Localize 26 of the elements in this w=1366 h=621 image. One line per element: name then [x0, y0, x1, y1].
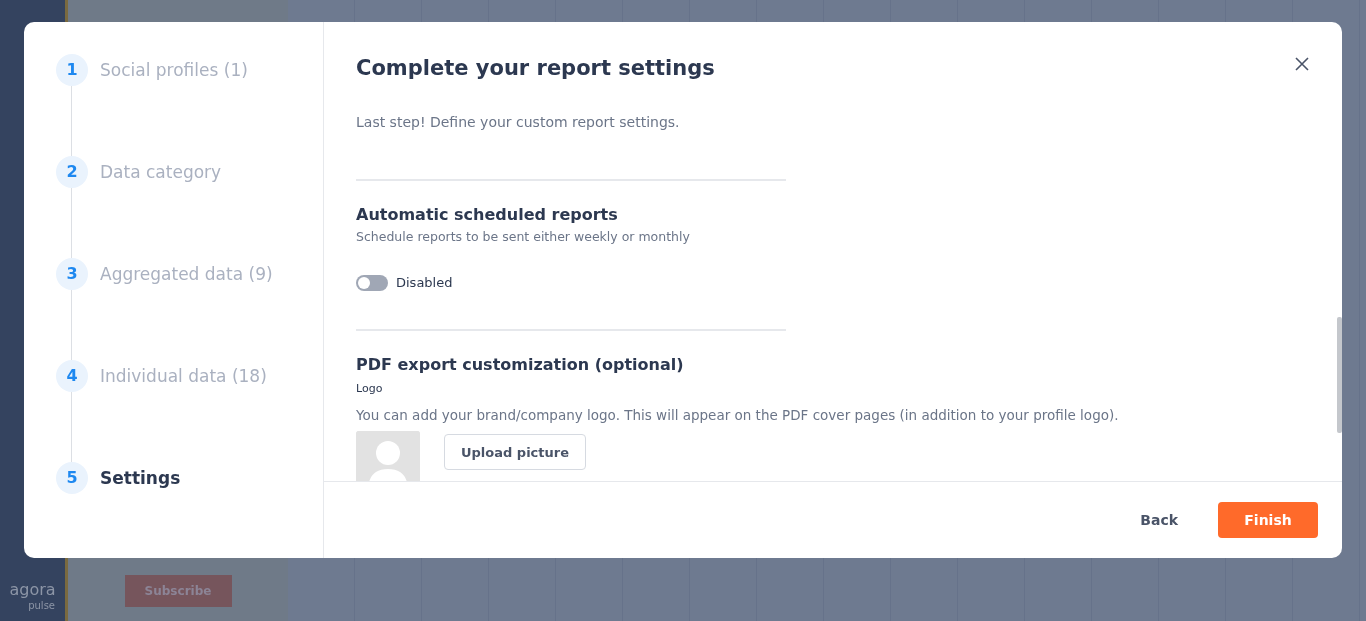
step-label[interactable]: Individual data (18) — [100, 360, 267, 392]
logo-text: agora — [9, 582, 56, 598]
step-label[interactable]: Social profiles (1) — [100, 54, 248, 86]
step-number: 5 — [56, 462, 88, 494]
step-label[interactable]: Data category — [100, 156, 222, 188]
step-number: 3 — [56, 258, 88, 290]
upload-picture-button[interactable]: Upload picture — [444, 434, 587, 471]
logo-subtext: pulse — [28, 599, 55, 613]
section-heading: PDF export customization (optional) — [356, 355, 685, 375]
field-label: Logo — [356, 380, 384, 397]
scrollbar[interactable] — [1337, 317, 1342, 433]
finish-button[interactable]: Finish — [1218, 502, 1318, 538]
dialog-title: Complete your report settings — [356, 56, 715, 82]
section-description: Schedule reports to be sent either weekly or monthly — [356, 228, 691, 247]
dialog-subtitle: Last step! Define your custom report settings. — [356, 113, 681, 132]
toggle-label: Disabled — [396, 273, 453, 292]
step-label[interactable]: Aggregated data (9) — [100, 258, 273, 290]
back-button[interactable]: Back — [1124, 501, 1194, 539]
subscribe-button[interactable]: Subscribe — [124, 575, 232, 607]
step-number: 4 — [56, 360, 88, 392]
toggle-switch[interactable] — [356, 274, 388, 291]
step-label[interactable]: Settings — [100, 462, 181, 494]
step-number: 2 — [56, 156, 88, 188]
section-description: You can add your brand/company logo. This will appear on the PDF cover pages (in addition to your profile logo). — [356, 406, 1120, 426]
step-number: 1 — [56, 54, 88, 86]
section-heading: Automatic scheduled reports — [356, 205, 619, 225]
